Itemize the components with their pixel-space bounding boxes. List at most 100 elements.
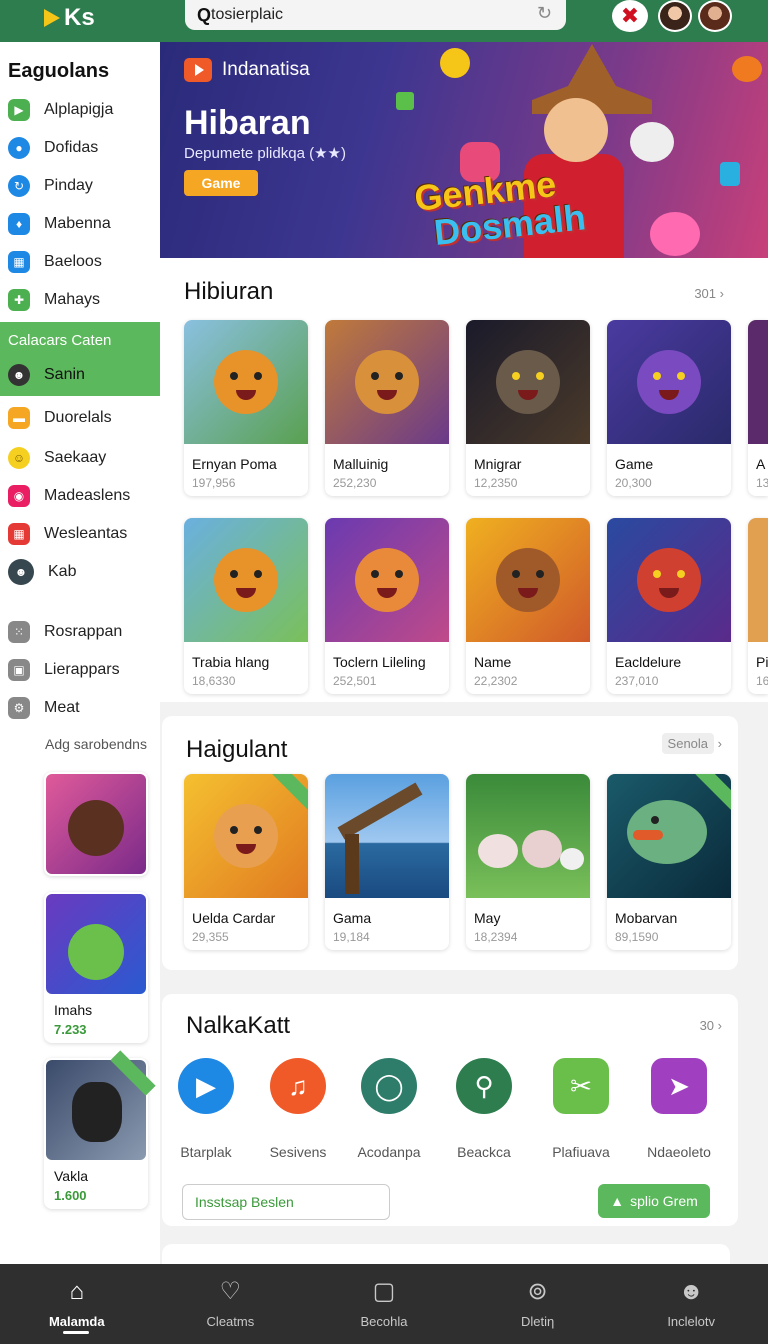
banner-brand-label: Indanatisa [222,59,310,80]
app-item[interactable]: ▶ Btarplak [156,1058,256,1160]
game-tile-partial[interactable]: A 13 [748,320,768,496]
game-tile[interactable]: Trabia hlang 18,6330 [184,518,308,694]
app-logo[interactable]: Ks [44,4,95,32]
sidebar-item[interactable]: ☻ Kab [0,554,160,590]
sidebar-item[interactable]: ▶ Alplapigja [0,92,160,128]
side-game-card[interactable] [44,772,148,876]
game-tile[interactable]: Mnigrar 12,2350 [466,320,590,496]
app-item[interactable]: ♫ Sesivens [248,1058,348,1160]
side-game-card[interactable]: Imahs 7.233 [44,892,148,1043]
game-tile[interactable]: Game 20,300 [607,320,731,496]
nav-label: Inclelotv [667,1314,716,1329]
avatar-secondary[interactable] [698,0,732,32]
game-artwork [748,320,768,444]
sidebar-item[interactable]: ▦ Baeloos [0,244,160,280]
sidebar-subheading: Adg sarobendns [45,736,147,752]
hero-banner[interactable]: Indanatisa Hibaran Depumete plidkqa (★★)… [160,42,768,258]
game-tile[interactable]: May 18,2394 [466,774,590,950]
see-all-count: 30 [699,1018,715,1033]
sidebar-item[interactable]: ▣ Lierappars [0,652,160,688]
app-label: Ndaeoleto [647,1144,711,1160]
app-item[interactable]: ⚲ Beackca [434,1058,534,1160]
game-title: Mobarvan [615,910,678,926]
game-title: Ernyan Poma [192,456,277,472]
game-meta: 22,2302 [474,674,518,688]
see-all-link[interactable]: 301 › [694,286,724,301]
game-meta: 237,010 [615,674,659,688]
nav-favorites[interactable]: ♡ Cleatms [154,1264,308,1344]
game-artwork [46,1050,156,1160]
sidebar-item[interactable]: ↻ Pinday [0,168,160,204]
nav-search[interactable]: ⊚ Dletiη [461,1264,615,1344]
nav-profile[interactable]: ☻ Inclelotv [614,1264,768,1344]
sidebar-item[interactable]: ◉ Madeaslens [0,478,160,514]
game-tile[interactable]: Mobarvan 89,1590 [607,774,731,950]
see-all-link[interactable]: 30 › [700,1018,722,1033]
sidebar-item[interactable]: ● Dofidas [0,130,160,166]
folder-icon: ▬ [8,407,30,429]
sidebar-section-active[interactable]: Calacars Caten ☻ Sanin [0,322,160,396]
game-title: Trabia hlang [192,654,270,670]
chat-icon: ◯ [361,1058,417,1114]
close-icon[interactable]: ✖ [612,0,648,32]
banner-game-logo: Genkme Dosmalh [412,163,587,253]
camera-icon: ◉ [8,485,30,507]
action-button[interactable]: ▲ splio Grem [598,1184,710,1218]
new-ribbon [272,774,308,810]
see-all-pill: Senola [661,733,715,754]
location-icon: ♦ [8,213,30,235]
game-tile[interactable]: Uelda Cardar 29,355 [184,774,308,950]
app-label: Beackca [457,1144,511,1160]
sidebar-item[interactable]: ☺ Saekaay [0,440,160,476]
tools-icon: ✂ [553,1058,609,1114]
app-item[interactable]: ◯ Acodanpa [339,1058,439,1160]
see-all-link[interactable]: Senola › [661,733,722,754]
sidebar-item-label: Mahays [44,291,101,308]
nav-library[interactable]: ▢ Becohla [307,1264,461,1344]
nav-label: Cleatms [206,1314,255,1329]
sidebar-item[interactable]: ⁙ Rosrappan [0,614,160,650]
sidebar-item[interactable]: ⚙ Meat [0,690,160,726]
side-game-card[interactable]: Vakla 1.600 [44,1050,156,1209]
game-artwork [46,774,146,874]
sidebar-item[interactable]: ▦ Wesleantas [0,516,160,552]
sidebar-section-title: Calacars Caten [8,332,112,349]
game-tile-partial[interactable]: Pi 16 [748,518,768,694]
music-icon: ♫ [270,1058,326,1114]
search-field[interactable] [182,1184,390,1220]
heart-icon: ♡ [219,1278,242,1305]
sidebar-item-label: Saekaay [44,449,107,466]
game-title: Name [474,654,512,670]
puzzle-icon: ✚ [8,289,30,311]
game-meta: 20,300 [615,476,652,490]
section-title: Haigulant [186,736,288,763]
game-tile[interactable]: Eacldelure 237,010 [607,518,731,694]
sidebar-item[interactable]: ♦ Mabenna [0,206,160,242]
nav-home[interactable]: ⌂ Malamda [0,1264,154,1344]
hero-character [544,98,608,162]
search-input[interactable] [211,6,512,24]
app-item[interactable]: ✂ Plafiuava [531,1058,631,1160]
apps-icon: ⁙ [8,621,30,643]
game-tile[interactable]: Name 22,2302 [466,518,590,694]
search-bar[interactable]: Q ↻ [185,0,566,30]
see-all-count: 301 [694,286,717,301]
game-artwork [466,518,590,642]
sidebar-item[interactable]: ✚ Mahays [0,282,160,318]
chat-icon: ● [8,137,30,159]
section-apps: NalkaKatt 30 › ▶ Btarplak ♫ Sesivens ◯ A… [162,994,738,1226]
avatar[interactable] [658,0,692,32]
new-ribbon [110,1050,156,1096]
app-label: Sesivens [269,1144,327,1160]
sidebar-item-label: Mabenna [44,215,111,232]
refresh-icon[interactable]: ↻ [537,3,552,24]
sidebar-item-label: Lierappars [44,661,120,678]
banner-game-button[interactable]: Game [184,170,258,196]
game-tile[interactable]: Toclern Lileling 252,501 [325,518,449,694]
game-tile[interactable]: Ernyan Poma 197,956 [184,320,308,496]
sidebar-item-selected[interactable]: ☻ Sanin [8,364,85,386]
game-tile[interactable]: Malluinig 252,230 [325,320,449,496]
sidebar-item[interactable]: ▬ Duorelals [0,400,160,436]
game-tile[interactable]: Gama 19,184 [325,774,449,950]
app-item[interactable]: ➤ Ndaeoleto [629,1058,729,1160]
